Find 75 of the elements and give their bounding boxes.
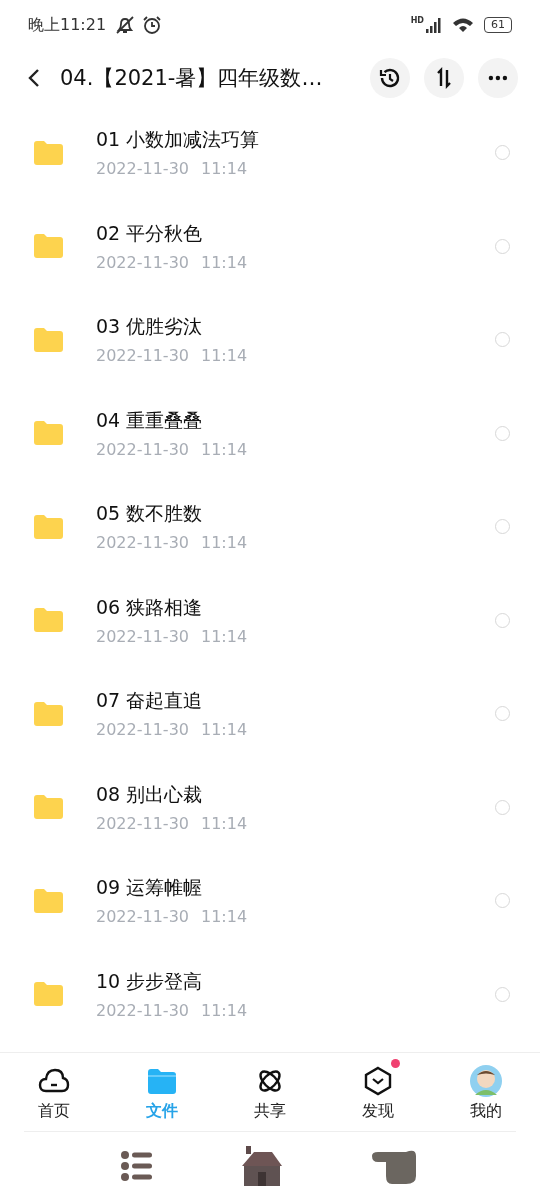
folder-name: 01 小数加减法巧算 — [96, 127, 261, 153]
back-icon[interactable] — [26, 67, 42, 89]
nav-tab[interactable]: 共享 — [216, 1053, 324, 1131]
folder-name: 04 重重叠叠 — [96, 407, 204, 433]
folder-name: 09 运筹帷幄 — [96, 875, 204, 901]
battery-icon: 61 — [484, 17, 512, 33]
folder-name: 06 狭路相逢 — [96, 594, 204, 620]
folder-name: 03 优胜劣汰 — [96, 314, 204, 340]
folder-icon — [32, 981, 64, 1008]
folder-name: 07 奋起直追 — [96, 688, 204, 714]
folder-row[interactable]: 01 小数加减法巧算 2022-11-30 11:14 — [0, 106, 540, 200]
folder-icon — [32, 420, 64, 447]
modified-time: 11:14 — [201, 626, 248, 646]
modified-date: 2022-11-30 — [96, 813, 189, 833]
folder-icon — [32, 513, 64, 540]
modified-time: 11:14 — [201, 1000, 248, 1020]
modified-time: 11:14 — [201, 533, 248, 553]
modified-time: 11:14 — [201, 907, 248, 927]
folder-icon — [147, 1067, 177, 1095]
signal-icon — [426, 17, 442, 33]
folder-row[interactable]: 10 步步登高 2022-11-30 11:14 — [0, 947, 540, 1041]
folder-icon — [32, 607, 64, 634]
folder-title: 04.【2021-暑】四年级数… — [60, 65, 323, 92]
modified-date: 2022-11-30 — [96, 626, 189, 646]
modified-date: 2022-11-30 — [96, 159, 189, 179]
list-icon[interactable] — [120, 1149, 154, 1183]
folder-icon — [32, 326, 64, 353]
folder-icon — [32, 700, 64, 727]
modified-date: 2022-11-30 — [96, 1000, 189, 1020]
modified-date: 2022-11-30 — [96, 907, 189, 927]
folder-name: 10 步步登高 — [96, 968, 204, 994]
folder-row[interactable]: 04 重重叠叠 2022-11-30 11:14 — [0, 386, 540, 480]
history-icon — [378, 66, 402, 90]
modified-date: 2022-11-30 — [96, 252, 189, 272]
modified-time: 11:14 — [201, 159, 248, 179]
modified-date: 2022-11-30 — [96, 439, 189, 459]
alarm-icon — [142, 15, 163, 35]
more-icon — [488, 75, 508, 81]
folder-icon — [32, 887, 64, 914]
more-button[interactable] — [478, 58, 518, 98]
modified-time: 11:14 — [201, 346, 248, 366]
nav-tab[interactable]: 首页 — [0, 1053, 108, 1131]
folder-icon — [32, 139, 64, 166]
nav-tab[interactable]: 发现 — [324, 1053, 432, 1131]
folder-icon — [32, 233, 64, 260]
folder-row[interactable]: 09 运筹帷幄 2022-11-30 11:14 — [0, 854, 540, 948]
folder-row[interactable]: 03 优胜劣汰 2022-11-30 11:14 — [0, 293, 540, 387]
modified-date: 2022-11-30 — [96, 346, 189, 366]
wifi-icon — [452, 17, 474, 33]
folder-icon — [32, 794, 64, 821]
avatar-icon — [470, 1065, 502, 1097]
network-label: HD — [410, 16, 424, 25]
sort-button[interactable] — [424, 58, 464, 98]
modified-time: 11:14 — [201, 720, 248, 740]
atom-icon — [256, 1067, 284, 1095]
history-button[interactable] — [370, 58, 410, 98]
folder-name: 08 别出心裁 — [96, 781, 204, 807]
status-time: 晚上11:21 — [28, 14, 107, 36]
modified-time: 11:14 — [201, 813, 248, 833]
folder-name: 05 数不胜数 — [96, 501, 204, 527]
nav-tab[interactable]: 我的 — [432, 1053, 540, 1131]
folder-name: 02 平分秋色 — [96, 220, 204, 246]
modified-time: 11:14 — [201, 439, 248, 459]
hexagon-icon — [364, 1066, 392, 1096]
folder-row[interactable]: 02 平分秋色 2022-11-30 11:14 — [0, 199, 540, 293]
house-icon[interactable] — [240, 1144, 284, 1188]
modified-time: 11:14 — [201, 252, 248, 272]
folder-row[interactable]: 05 数不胜数 2022-11-30 11:14 — [0, 480, 540, 574]
modified-date: 2022-11-30 — [96, 533, 189, 553]
mute-icon — [114, 15, 137, 35]
folder-row[interactable]: 06 狭路相逢 2022-11-30 11:14 — [0, 573, 540, 667]
folder-row[interactable]: 07 奋起直追 2022-11-30 11:14 — [0, 667, 540, 761]
modified-date: 2022-11-30 — [96, 720, 189, 740]
folder-row[interactable]: 08 别出心裁 2022-11-30 11:14 — [0, 760, 540, 854]
cloud-icon — [38, 1067, 70, 1095]
